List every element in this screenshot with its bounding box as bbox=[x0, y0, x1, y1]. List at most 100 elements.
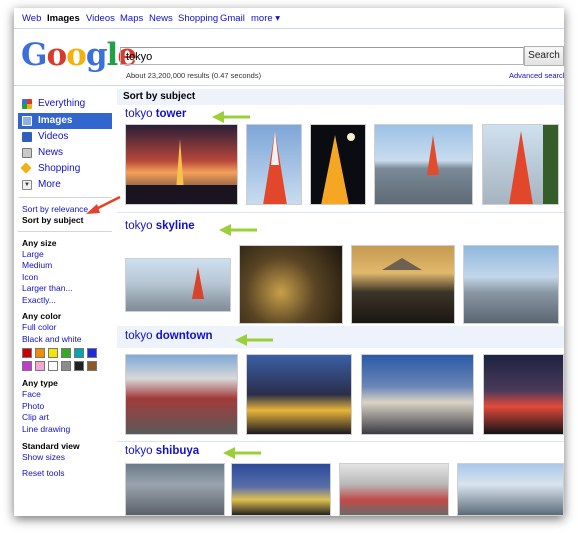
image-result[interactable] bbox=[482, 124, 559, 205]
color-full-link[interactable]: Full color bbox=[22, 322, 56, 332]
topnav-maps[interactable]: Maps bbox=[120, 13, 143, 24]
color-swatch-blue[interactable] bbox=[87, 348, 97, 358]
image-result[interactable] bbox=[125, 354, 238, 435]
green-annotation-arrow-icon bbox=[235, 334, 273, 346]
image-result[interactable] bbox=[374, 124, 473, 205]
show-sizes-link[interactable]: Show sizes bbox=[22, 452, 65, 462]
sidebar-item-label: News bbox=[38, 147, 64, 158]
green-annotation-arrow-icon bbox=[223, 447, 261, 459]
image-result[interactable] bbox=[457, 463, 564, 516]
section-title-downtown[interactable]: tokyo downtown bbox=[125, 330, 213, 342]
sidebar-item-more[interactable]: ▼ More bbox=[18, 177, 112, 193]
image-result[interactable] bbox=[463, 245, 559, 324]
section-title-shibuya[interactable]: tokyo shibuya bbox=[125, 445, 199, 457]
topnav-news[interactable]: News bbox=[149, 13, 173, 24]
color-swatch-green[interactable] bbox=[61, 348, 71, 358]
color-swatch-yellow[interactable] bbox=[48, 348, 58, 358]
section-subject: skyline bbox=[155, 220, 195, 232]
color-swatch-pink[interactable] bbox=[35, 361, 45, 371]
section-title-tower[interactable]: tokyo tower bbox=[125, 108, 186, 120]
image-result[interactable] bbox=[125, 463, 225, 516]
type-face-link[interactable]: Face bbox=[22, 389, 41, 399]
green-annotation-arrow-icon bbox=[219, 224, 257, 236]
videos-icon bbox=[22, 132, 32, 142]
search-input[interactable]: tokyo bbox=[120, 47, 524, 65]
topnav-more[interactable]: more ▾ bbox=[251, 13, 280, 24]
color-swatch-brown[interactable] bbox=[87, 361, 97, 371]
advanced-search-link[interactable]: Advanced search bbox=[509, 71, 564, 80]
results-area: Sort by subject tokyo tower tokyo skylin… bbox=[117, 86, 564, 516]
image-result[interactable] bbox=[310, 124, 366, 205]
size-larger-than-link[interactable]: Larger than... bbox=[22, 283, 73, 293]
browser-window: Web Images Videos Maps News Shopping Gma… bbox=[14, 8, 564, 516]
sort-heading: Sort by subject bbox=[117, 89, 564, 105]
section-subject: shibuya bbox=[155, 445, 200, 457]
image-result[interactable] bbox=[246, 354, 352, 435]
size-large-link[interactable]: Large bbox=[22, 249, 44, 259]
color-swatch-white[interactable] bbox=[48, 361, 58, 371]
results-count: About 23,200,000 results (0.47 seconds) bbox=[126, 71, 262, 80]
color-swatch-teal[interactable] bbox=[74, 348, 84, 358]
section-subject: tower bbox=[155, 108, 187, 120]
color-bw-link[interactable]: Black and white bbox=[22, 334, 82, 344]
green-annotation-arrow-icon bbox=[212, 111, 250, 123]
color-swatch-orange[interactable] bbox=[35, 348, 45, 358]
type-linedrawing-link[interactable]: Line drawing bbox=[22, 424, 70, 434]
color-swatch-gray[interactable] bbox=[61, 361, 71, 371]
sidebar-item-label: Videos bbox=[38, 131, 69, 142]
sidebar-divider bbox=[18, 231, 112, 232]
sidebar-item-videos[interactable]: Videos bbox=[18, 129, 112, 145]
topnav-gmail[interactable]: Gmail bbox=[220, 13, 245, 24]
sidebar-item-label: Everything bbox=[38, 98, 86, 109]
sort-by-subject-option: Sort by subject bbox=[22, 215, 84, 225]
topnav-web[interactable]: Web bbox=[22, 13, 41, 24]
color-swatch-purple[interactable] bbox=[22, 361, 32, 371]
topnav-images[interactable]: Images bbox=[47, 13, 80, 24]
image-result[interactable] bbox=[361, 354, 474, 435]
more-icon: ▼ bbox=[22, 180, 32, 190]
images-icon bbox=[22, 116, 32, 126]
sidebar-item-label: Shopping bbox=[38, 163, 81, 174]
section-title-skyline[interactable]: tokyo skyline bbox=[125, 220, 195, 232]
type-header: Any type bbox=[22, 378, 58, 388]
shopping-icon bbox=[20, 162, 32, 174]
sidebar-item-label: More bbox=[38, 179, 61, 190]
image-result[interactable] bbox=[125, 124, 238, 205]
section-divider bbox=[117, 212, 564, 213]
sidebar-item-shopping[interactable]: Shopping bbox=[18, 161, 112, 177]
image-result[interactable] bbox=[483, 354, 564, 435]
size-exactly-link[interactable]: Exactly... bbox=[22, 295, 56, 305]
topnav-videos[interactable]: Videos bbox=[86, 13, 115, 24]
type-clipart-link[interactable]: Clip art bbox=[22, 412, 49, 422]
section-prefix: tokyo bbox=[125, 108, 153, 120]
sidebar-item-label: Images bbox=[38, 115, 73, 126]
sort-by-relevance-link[interactable]: Sort by relevance bbox=[22, 204, 88, 214]
search-button[interactable]: Search bbox=[524, 46, 564, 66]
reset-tools-link[interactable]: Reset tools bbox=[22, 468, 65, 478]
news-icon bbox=[22, 148, 32, 158]
image-result[interactable] bbox=[351, 245, 455, 324]
color-header: Any color bbox=[22, 311, 62, 321]
size-medium-link[interactable]: Medium bbox=[22, 260, 52, 270]
type-photo-link[interactable]: Photo bbox=[22, 401, 44, 411]
section-divider bbox=[117, 441, 564, 442]
sidebar-item-images[interactable]: Images bbox=[18, 113, 112, 129]
view-header: Standard view bbox=[22, 441, 80, 451]
section-prefix: tokyo bbox=[125, 220, 153, 232]
image-result[interactable] bbox=[239, 245, 343, 324]
color-swatch-black[interactable] bbox=[74, 361, 84, 371]
google-logo[interactable]: Google bbox=[21, 38, 137, 72]
section-prefix: tokyo bbox=[125, 445, 153, 457]
image-result[interactable] bbox=[125, 258, 231, 312]
image-result[interactable] bbox=[339, 463, 449, 516]
color-swatch-red[interactable] bbox=[22, 348, 32, 358]
section-prefix: tokyo bbox=[125, 330, 153, 342]
top-nav-bar: Web Images Videos Maps News Shopping Gma… bbox=[14, 8, 564, 29]
size-icon-link[interactable]: Icon bbox=[22, 272, 38, 282]
sidebar-item-news[interactable]: News bbox=[18, 145, 112, 161]
sidebar-item-everything[interactable]: Everything bbox=[18, 96, 112, 112]
everything-icon bbox=[22, 99, 32, 109]
topnav-shopping[interactable]: Shopping bbox=[178, 13, 218, 24]
image-result[interactable] bbox=[231, 463, 331, 516]
image-result[interactable] bbox=[246, 124, 302, 205]
